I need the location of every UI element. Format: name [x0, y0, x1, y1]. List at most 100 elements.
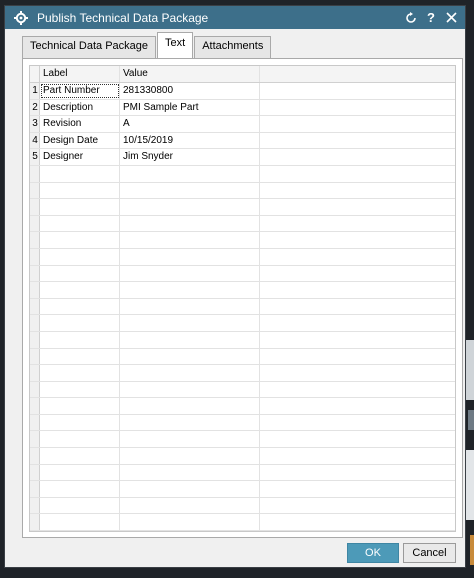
empty-cell[interactable] — [40, 165, 120, 182]
empty-cell[interactable] — [120, 497, 260, 514]
empty-cell[interactable] — [120, 381, 260, 398]
tab-text[interactable]: Text — [157, 32, 194, 59]
empty-table-row[interactable] — [30, 398, 455, 415]
empty-cell[interactable] — [120, 448, 260, 464]
empty-cell[interactable] — [120, 282, 260, 298]
refresh-icon[interactable] — [403, 9, 419, 27]
empty-table-row[interactable] — [30, 348, 455, 366]
empty-cell[interactable] — [40, 282, 120, 298]
empty-cell — [30, 497, 40, 514]
empty-table-row[interactable] — [30, 199, 455, 216]
label-cell[interactable]: Revision — [40, 116, 120, 132]
empty-table-row[interactable] — [30, 514, 455, 531]
empty-table-row[interactable] — [30, 381, 455, 399]
empty-cell[interactable] — [120, 481, 260, 497]
empty-cell[interactable] — [120, 331, 260, 348]
empty-cell[interactable] — [40, 497, 120, 514]
empty-cell[interactable] — [40, 199, 120, 215]
column-header-label[interactable]: Label — [40, 66, 120, 82]
empty-cell[interactable] — [120, 165, 260, 182]
close-icon[interactable] — [443, 9, 459, 27]
empty-cell[interactable] — [40, 381, 120, 398]
table-row[interactable]: 4 Design Date 10/15/2019 — [30, 132, 455, 150]
empty-cell[interactable] — [120, 464, 260, 481]
empty-cell[interactable] — [120, 414, 260, 431]
empty-cell[interactable] — [40, 365, 120, 381]
label-cell[interactable]: Design Date — [40, 132, 120, 149]
empty-table-row[interactable] — [30, 298, 455, 316]
value-cell[interactable]: Jim Snyder — [120, 149, 260, 165]
empty-cell[interactable] — [120, 298, 260, 315]
empty-cell[interactable] — [40, 182, 120, 199]
empty-cell — [260, 315, 455, 331]
value-cell[interactable]: A — [120, 116, 260, 132]
label-cell[interactable]: Designer — [40, 149, 120, 165]
help-button[interactable]: ? — [423, 9, 439, 27]
empty-cell[interactable] — [120, 199, 260, 215]
empty-cell[interactable] — [40, 215, 120, 232]
empty-table-row[interactable] — [30, 331, 455, 349]
empty-cell[interactable] — [40, 464, 120, 481]
empty-cell[interactable] — [120, 365, 260, 381]
empty-cell[interactable] — [120, 348, 260, 365]
title-bar[interactable]: Publish Technical Data Package ? — [5, 6, 465, 29]
empty-cell[interactable] — [40, 298, 120, 315]
empty-cell — [260, 382, 455, 398]
column-header-value[interactable]: Value — [120, 66, 260, 82]
label-cell[interactable]: Part Number — [40, 83, 120, 99]
value-cell[interactable]: 281330800 — [120, 83, 260, 99]
empty-cell[interactable] — [120, 215, 260, 232]
empty-cell[interactable] — [40, 514, 120, 531]
table-row[interactable]: 5 Designer Jim Snyder — [30, 149, 455, 166]
empty-table-row[interactable] — [30, 232, 455, 249]
cancel-button[interactable]: Cancel — [403, 543, 456, 563]
empty-cell[interactable] — [40, 431, 120, 448]
empty-cell[interactable] — [40, 398, 120, 414]
empty-cell[interactable] — [40, 448, 120, 464]
empty-table-row[interactable] — [30, 414, 455, 432]
empty-table-row[interactable] — [30, 248, 455, 266]
empty-cell[interactable] — [120, 431, 260, 448]
ok-button[interactable]: OK — [347, 543, 399, 563]
empty-table-row[interactable] — [30, 165, 455, 183]
empty-cell[interactable] — [120, 315, 260, 331]
empty-cell[interactable] — [40, 232, 120, 248]
empty-table-row[interactable] — [30, 365, 455, 382]
empty-table-row[interactable] — [30, 481, 455, 498]
tab-technical-data-package[interactable]: Technical Data Package — [22, 36, 157, 58]
empty-cell[interactable] — [40, 481, 120, 497]
empty-cell — [30, 381, 40, 398]
empty-table-row[interactable] — [30, 431, 455, 449]
empty-cell — [30, 348, 40, 365]
value-cell[interactable]: PMI Sample Part — [120, 99, 260, 116]
empty-cell[interactable] — [120, 248, 260, 265]
empty-cell[interactable] — [120, 232, 260, 248]
empty-cell — [260, 149, 455, 165]
empty-cell[interactable] — [120, 398, 260, 414]
empty-cell[interactable] — [40, 414, 120, 431]
empty-cell[interactable] — [120, 265, 260, 282]
table-row[interactable]: 1 Part Number 281330800 — [30, 83, 455, 100]
empty-cell[interactable] — [40, 348, 120, 365]
empty-table-row[interactable] — [30, 315, 455, 332]
empty-cell[interactable] — [40, 315, 120, 331]
empty-table-row[interactable] — [30, 282, 455, 299]
empty-table-row[interactable] — [30, 464, 455, 482]
empty-cell[interactable] — [120, 182, 260, 199]
empty-cell[interactable] — [40, 248, 120, 265]
empty-table-row[interactable] — [30, 265, 455, 283]
empty-cell[interactable] — [120, 514, 260, 531]
table-row[interactable]: 2 Description PMI Sample Part — [30, 99, 455, 117]
empty-table-row[interactable] — [30, 215, 455, 233]
empty-table-row[interactable] — [30, 182, 455, 200]
value-cell[interactable]: 10/15/2019 — [120, 132, 260, 149]
empty-cell — [30, 431, 40, 448]
empty-cell[interactable] — [40, 331, 120, 348]
text-table[interactable]: Label Value 1 Part Number 281330800 2 De… — [29, 65, 456, 532]
tab-attachments[interactable]: Attachments — [194, 36, 272, 58]
empty-table-row[interactable] — [30, 497, 455, 515]
empty-table-row[interactable] — [30, 448, 455, 465]
label-cell[interactable]: Description — [40, 99, 120, 116]
empty-cell[interactable] — [40, 265, 120, 282]
table-row[interactable]: 3 Revision A — [30, 116, 455, 133]
